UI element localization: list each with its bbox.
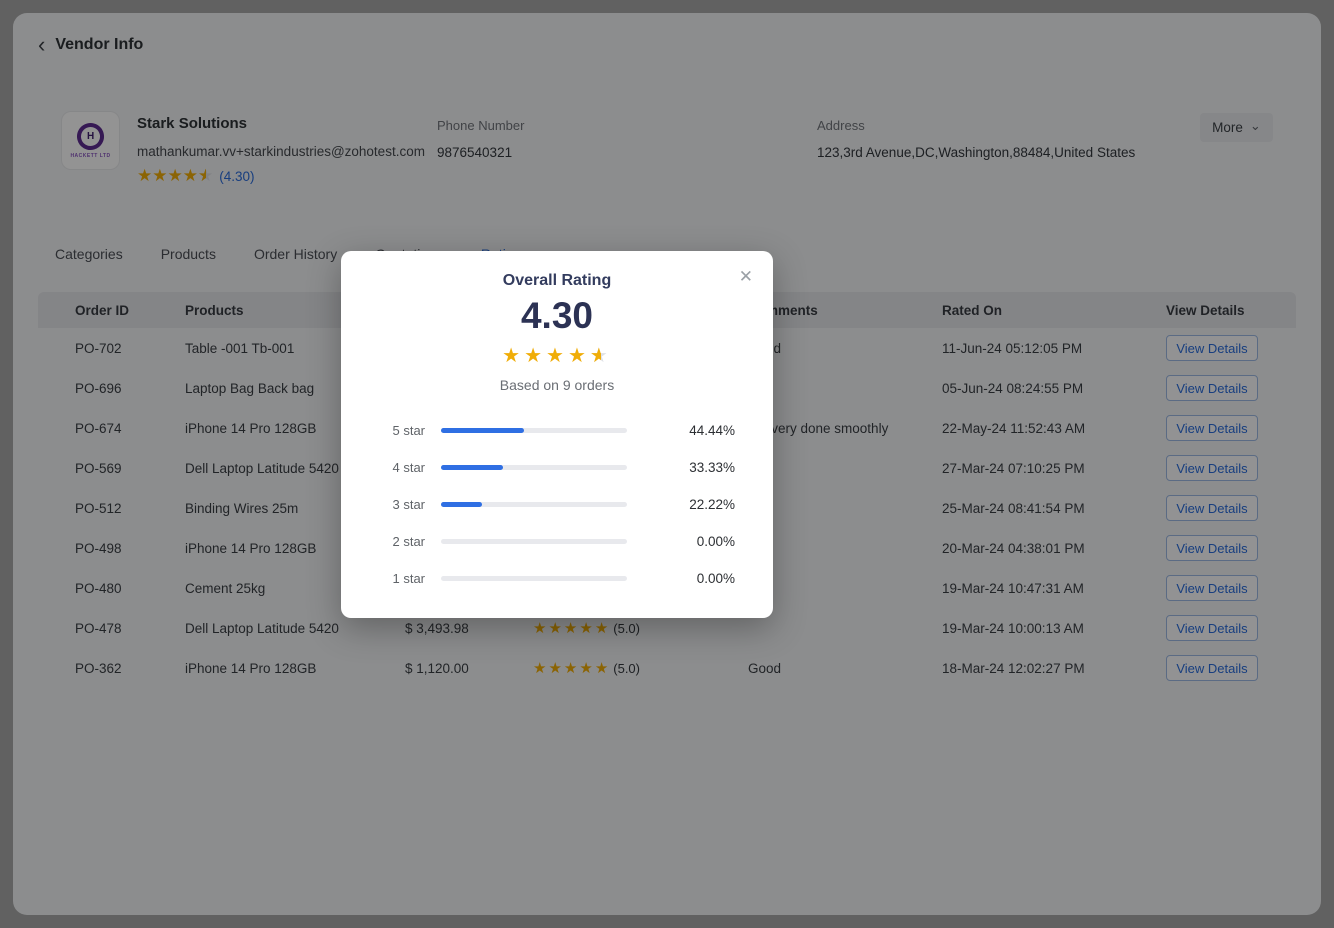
distribution-bar-fill (441, 464, 503, 470)
star-distribution-list: 5 star 44.44% 4 star 33.33% 3 star 22.22% 2 st… (379, 420, 735, 605)
star-icon: ★ (546, 345, 568, 367)
distribution-bar-track (441, 427, 627, 433)
distribution-percent: 0.00% (696, 533, 735, 549)
distribution-bar-fill (441, 501, 483, 507)
distribution-bar-track (441, 501, 627, 507)
star-icon: ★ (502, 345, 525, 367)
distribution-row: 3 star 22.22% (379, 494, 735, 514)
distribution-row: 4 star 33.33% (379, 457, 735, 477)
star-icon: ★ (567, 345, 590, 367)
distribution-label: 1 star (392, 570, 425, 586)
overall-rating-modal: ✕ Overall Rating 4.30 ★★★★★★ Based on 9 … (341, 251, 773, 618)
distribution-label: 2 star (392, 533, 425, 549)
rating-basis-text: Based on 9 orders (499, 377, 615, 393)
distribution-label: 3 star (392, 496, 425, 512)
distribution-label: 5 star (392, 422, 425, 438)
distribution-percent: 0.00% (696, 570, 735, 586)
overall-rating-score: 4.30 (520, 295, 593, 336)
distribution-row: 5 star 44.44% (379, 420, 735, 440)
distribution-percent: 44.44% (689, 422, 735, 438)
distribution-bar-track (441, 575, 627, 581)
distribution-bar-fill (441, 427, 524, 433)
modal-title: Overall Rating (502, 272, 612, 289)
distribution-percent: 22.22% (689, 496, 735, 512)
distribution-label: 4 star (392, 459, 425, 475)
distribution-row: 1 star 0.00% (379, 568, 735, 588)
distribution-bar-track (441, 464, 627, 470)
overall-rating-star-icons: ★★★★★★ (341, 343, 773, 368)
distribution-row: 2 star 0.00% (379, 531, 735, 551)
distribution-percent: 33.33% (689, 459, 735, 475)
half-star-icon: ★★ (589, 345, 612, 367)
star-icon: ★ (524, 345, 547, 367)
distribution-bar-track (441, 538, 627, 544)
